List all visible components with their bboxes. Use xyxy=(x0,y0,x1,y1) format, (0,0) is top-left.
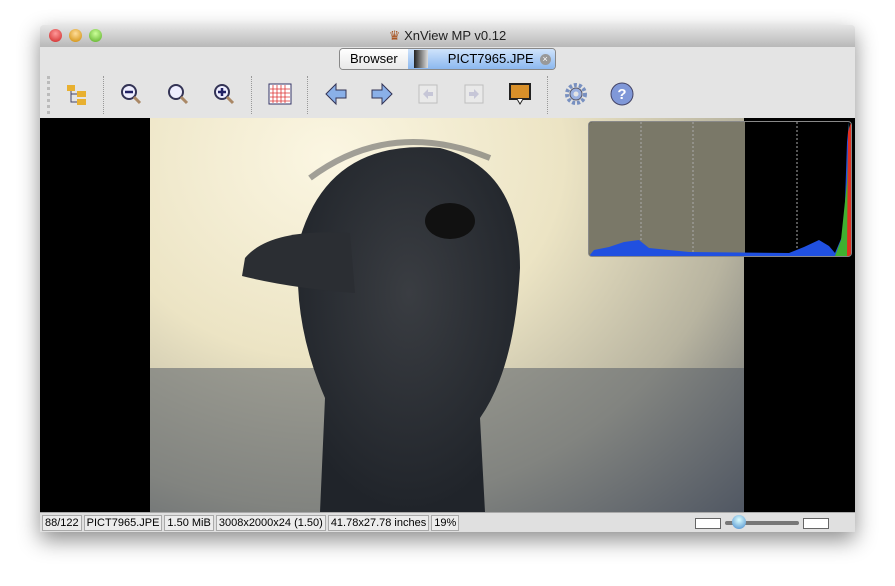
status-dimensions: 3008x2000x24 (1.50) xyxy=(215,515,326,531)
tab-label: PICT7965.JPE xyxy=(447,51,534,66)
histogram-overlay xyxy=(588,121,852,257)
next-page-icon[interactable] xyxy=(461,81,487,107)
status-filesize: 1.50 MiB xyxy=(164,515,214,531)
previous-page-icon[interactable] xyxy=(415,81,441,107)
svg-text:?: ? xyxy=(617,86,626,103)
help-icon[interactable]: ? xyxy=(609,81,635,107)
status-zoom: 19% xyxy=(431,515,460,531)
grid-icon[interactable] xyxy=(267,81,293,107)
previous-icon[interactable] xyxy=(323,81,349,107)
tab-bar: Browser PICT7965.JPE × xyxy=(339,48,556,70)
zoom-out-small-icon[interactable] xyxy=(695,517,721,529)
slideshow-icon[interactable] xyxy=(507,81,533,107)
zoom-slider-group xyxy=(695,515,829,529)
zoom-slider[interactable] xyxy=(725,515,799,529)
image-viewer[interactable] xyxy=(40,118,855,512)
zoom-fit-icon[interactable] xyxy=(165,81,191,107)
close-window-button[interactable] xyxy=(49,29,62,42)
status-print-size: 41.78x27.78 inches xyxy=(327,515,430,531)
folder-tree-icon[interactable] xyxy=(64,81,90,107)
tab-image[interactable]: PICT7965.JPE × xyxy=(407,49,555,69)
zoom-slider-knob[interactable] xyxy=(732,515,747,529)
next-icon[interactable] xyxy=(369,81,395,107)
zoom-window-button[interactable] xyxy=(89,29,102,42)
tab-browser[interactable]: Browser xyxy=(340,49,408,69)
toolbar: ? xyxy=(40,71,855,119)
app-window: ♛ XnView MP v0.12 Browser PICT7965.JPE ×… xyxy=(40,25,855,532)
status-index: 88/122 xyxy=(42,515,82,531)
zoom-in-icon[interactable] xyxy=(211,81,237,107)
settings-icon[interactable] xyxy=(563,81,589,107)
status-bar: 88/122 PICT7965.JPE 1.50 MiB 3008x2000x2… xyxy=(40,512,855,532)
window-title: XnView MP v0.12 xyxy=(404,28,507,43)
zoom-out-icon[interactable] xyxy=(118,81,144,107)
app-logo-icon: ♛ xyxy=(388,28,401,43)
close-tab-icon[interactable]: × xyxy=(539,53,551,65)
status-filename: PICT7965.JPE xyxy=(83,515,163,531)
title-bar: ♛ XnView MP v0.12 xyxy=(40,25,855,47)
zoom-in-small-icon[interactable] xyxy=(803,517,829,529)
tab-thumbnail xyxy=(413,50,428,68)
minimize-window-button[interactable] xyxy=(69,29,82,42)
